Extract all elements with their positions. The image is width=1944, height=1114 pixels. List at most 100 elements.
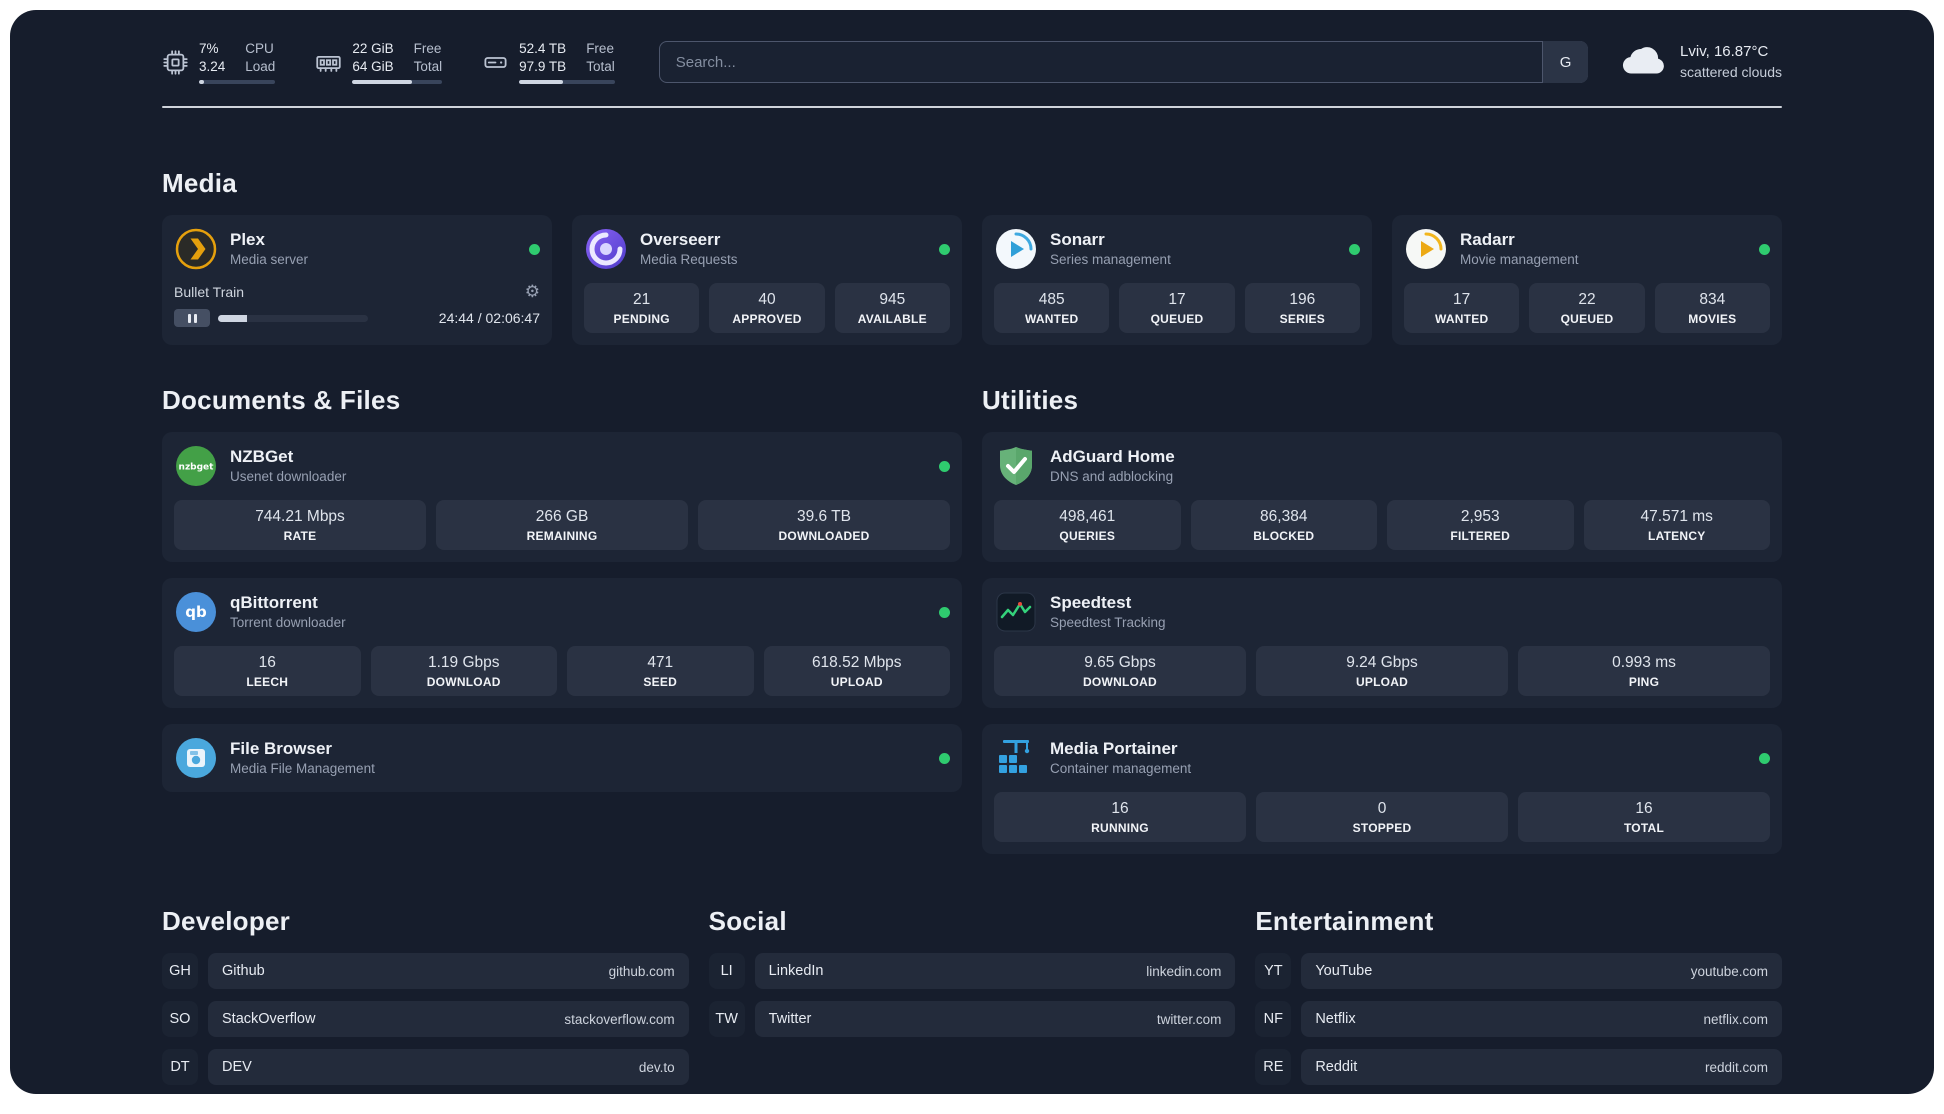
bookmark-abbr: RE bbox=[1255, 1049, 1292, 1086]
bookmark-linkedin[interactable]: LI LinkedIn linkedin.com bbox=[708, 953, 1236, 990]
service-name: Overseerr bbox=[640, 230, 721, 250]
service-card-qbittorrent[interactable]: qb qBittorrent Torrent downloader 16 LEE… bbox=[162, 578, 962, 709]
search-provider-label: G bbox=[1559, 53, 1572, 71]
bookmark-dev[interactable]: DT DEV dev.to bbox=[162, 1049, 689, 1086]
stat-label: WANTED bbox=[1434, 312, 1489, 327]
bookmark-url: twitter.com bbox=[1156, 1011, 1222, 1027]
stat-label: FILTERED bbox=[1450, 529, 1511, 544]
stat-label: REMAINING bbox=[526, 529, 598, 544]
service-name: qBittorrent bbox=[230, 593, 318, 613]
documents-section-title: Documents & Files bbox=[162, 385, 401, 416]
status-dot bbox=[939, 752, 950, 764]
stat-label: LATENCY bbox=[1648, 529, 1706, 544]
stat-tile: 40 APPROVED bbox=[709, 283, 825, 334]
entertainment-group-title: Entertainment bbox=[1255, 906, 1434, 937]
search-provider-button[interactable]: G bbox=[1542, 41, 1589, 84]
stat-value: 498,461 bbox=[1059, 508, 1116, 526]
disk-total-value: 97.9 TB bbox=[519, 58, 567, 74]
stat-tile: 196 SERIES bbox=[1244, 283, 1360, 334]
stat-tile: 22 QUEUED bbox=[1529, 283, 1645, 334]
bookmark-name: DEV bbox=[222, 1059, 252, 1076]
service-card-nzbget[interactable]: nzbget NZBGet Usenet downloader 744.21 M… bbox=[162, 432, 962, 563]
bookmark-reddit[interactable]: RE Reddit reddit.com bbox=[1255, 1049, 1782, 1086]
stat-tile: 498,461 QUERIES bbox=[994, 500, 1181, 551]
bookmark-name: YouTube bbox=[1315, 963, 1373, 980]
svg-text:nzbget: nzbget bbox=[179, 463, 215, 473]
service-desc: Torrent downloader bbox=[230, 615, 346, 631]
resource-disk: 52.4 TB 97.9 TB Free Total bbox=[482, 40, 615, 85]
service-card-adguard[interactable]: AdGuard Home DNS and adblocking 498,461 … bbox=[982, 432, 1782, 563]
disk-icon bbox=[484, 56, 507, 68]
cpu-icon bbox=[163, 49, 188, 75]
cpu-load-value: 3.24 bbox=[199, 58, 226, 74]
bookmark-url: youtube.com bbox=[1690, 963, 1768, 979]
social-group-title: Social bbox=[708, 906, 787, 937]
resource-cpu: 7% 3.24 CPU Load bbox=[162, 40, 276, 85]
weather-widget: Lviv, 16.87°C scattered clouds bbox=[1622, 42, 1782, 81]
disk-free-label: Free bbox=[586, 41, 614, 56]
overseerr-icon bbox=[586, 229, 626, 270]
bookmark-abbr: TW bbox=[708, 1001, 745, 1038]
service-card-filebrowser[interactable]: File Browser Media File Management bbox=[162, 724, 962, 793]
bookmark-stackoverflow[interactable]: SO StackOverflow stackoverflow.com bbox=[162, 1001, 689, 1038]
service-name: NZBGet bbox=[230, 447, 294, 467]
service-card-sonarr[interactable]: Sonarr Series management 485 WANTED 17 Q… bbox=[982, 215, 1372, 346]
service-card-overseerr[interactable]: Overseerr Media Requests 21 PENDING 40 A… bbox=[572, 215, 962, 346]
service-card-radarr[interactable]: Radarr Movie management 17 WANTED 22 QUE… bbox=[1392, 215, 1782, 346]
bookmark-name: Reddit bbox=[1315, 1059, 1358, 1076]
bookmark-netflix[interactable]: NF Netflix netflix.com bbox=[1255, 1001, 1782, 1038]
bookmark-name: LinkedIn bbox=[768, 963, 824, 980]
stat-label: WANTED bbox=[1024, 312, 1079, 327]
bookmark-abbr: GH bbox=[162, 953, 198, 990]
status-dot bbox=[1759, 243, 1770, 255]
stat-value: 17 bbox=[1453, 291, 1471, 309]
memory-icon bbox=[316, 55, 341, 72]
stat-label: UPLOAD bbox=[830, 675, 883, 690]
bookmark-github[interactable]: GH Github github.com bbox=[162, 953, 689, 990]
memory-total-value: 64 GiB bbox=[352, 58, 394, 74]
service-card-plex[interactable]: Plex Media server Bullet Train ⚙ 24:44 /… bbox=[162, 215, 552, 346]
stat-tile: 9.24 Gbps UPLOAD bbox=[1256, 646, 1508, 697]
stat-tile: 945 AVAILABLE bbox=[834, 283, 950, 334]
stat-label: DOWNLOAD bbox=[426, 675, 501, 690]
qbittorrent-icon: qb bbox=[176, 592, 216, 633]
pause-button[interactable] bbox=[174, 309, 210, 328]
service-name: Plex bbox=[230, 230, 265, 250]
service-desc: Movie management bbox=[1460, 252, 1579, 268]
bookmark-url: reddit.com bbox=[1704, 1059, 1768, 1075]
service-name: Media Portainer bbox=[1050, 739, 1178, 759]
stat-label: RATE bbox=[283, 529, 317, 544]
stat-tile: 17 WANTED bbox=[1404, 283, 1520, 334]
radarr-icon bbox=[1406, 229, 1446, 270]
svg-text:qb: qb bbox=[185, 603, 207, 621]
settings-gear-icon[interactable]: ⚙ bbox=[525, 283, 540, 300]
cpu-usage-label: CPU bbox=[245, 41, 274, 56]
stat-value: 945 bbox=[879, 291, 906, 309]
documents-section: Documents & Files nzbget NZBGet Usenet d… bbox=[162, 385, 962, 793]
stat-label: PING bbox=[1628, 675, 1660, 690]
stat-label: RUNNING bbox=[1091, 821, 1149, 836]
stat-value: 834 bbox=[1699, 291, 1726, 309]
service-card-portainer[interactable]: Media Portainer Container management 16 … bbox=[982, 724, 1782, 855]
weather-location: Lviv, 16.87°C bbox=[1680, 43, 1769, 61]
memory-total-label: Total bbox=[413, 58, 443, 74]
bookmark-twitter[interactable]: TW Twitter twitter.com bbox=[708, 1001, 1236, 1038]
stat-label: TOTAL bbox=[1623, 821, 1665, 836]
nzbget-icon: nzbget bbox=[176, 446, 216, 487]
stat-label: MOVIES bbox=[1688, 312, 1737, 327]
service-card-speedtest[interactable]: Speedtest Speedtest Tracking 9.65 Gbps D… bbox=[982, 578, 1782, 709]
playback-progress-bar[interactable] bbox=[218, 314, 368, 322]
stat-tile: 471 SEED bbox=[567, 646, 754, 697]
search-input[interactable] bbox=[658, 41, 1589, 84]
service-desc: Media File Management bbox=[230, 761, 375, 777]
bookmark-abbr: YT bbox=[1255, 953, 1292, 990]
stat-tile: 39.6 TB DOWNLOADED bbox=[698, 500, 950, 551]
stat-value: 47.571 ms bbox=[1640, 508, 1713, 526]
bookmark-youtube[interactable]: YT YouTube youtube.com bbox=[1255, 953, 1782, 990]
resource-widgets: 7% 3.24 CPU Load 22 GiB 64 GiB Free Tota… bbox=[162, 40, 615, 85]
stat-label: SEED bbox=[643, 675, 678, 690]
playback-time: 24:44 / 02:06:47 bbox=[438, 310, 540, 327]
stat-label: BLOCKED bbox=[1253, 529, 1315, 544]
memory-free-label: Free bbox=[413, 41, 442, 56]
memory-progress-bar bbox=[352, 80, 443, 85]
